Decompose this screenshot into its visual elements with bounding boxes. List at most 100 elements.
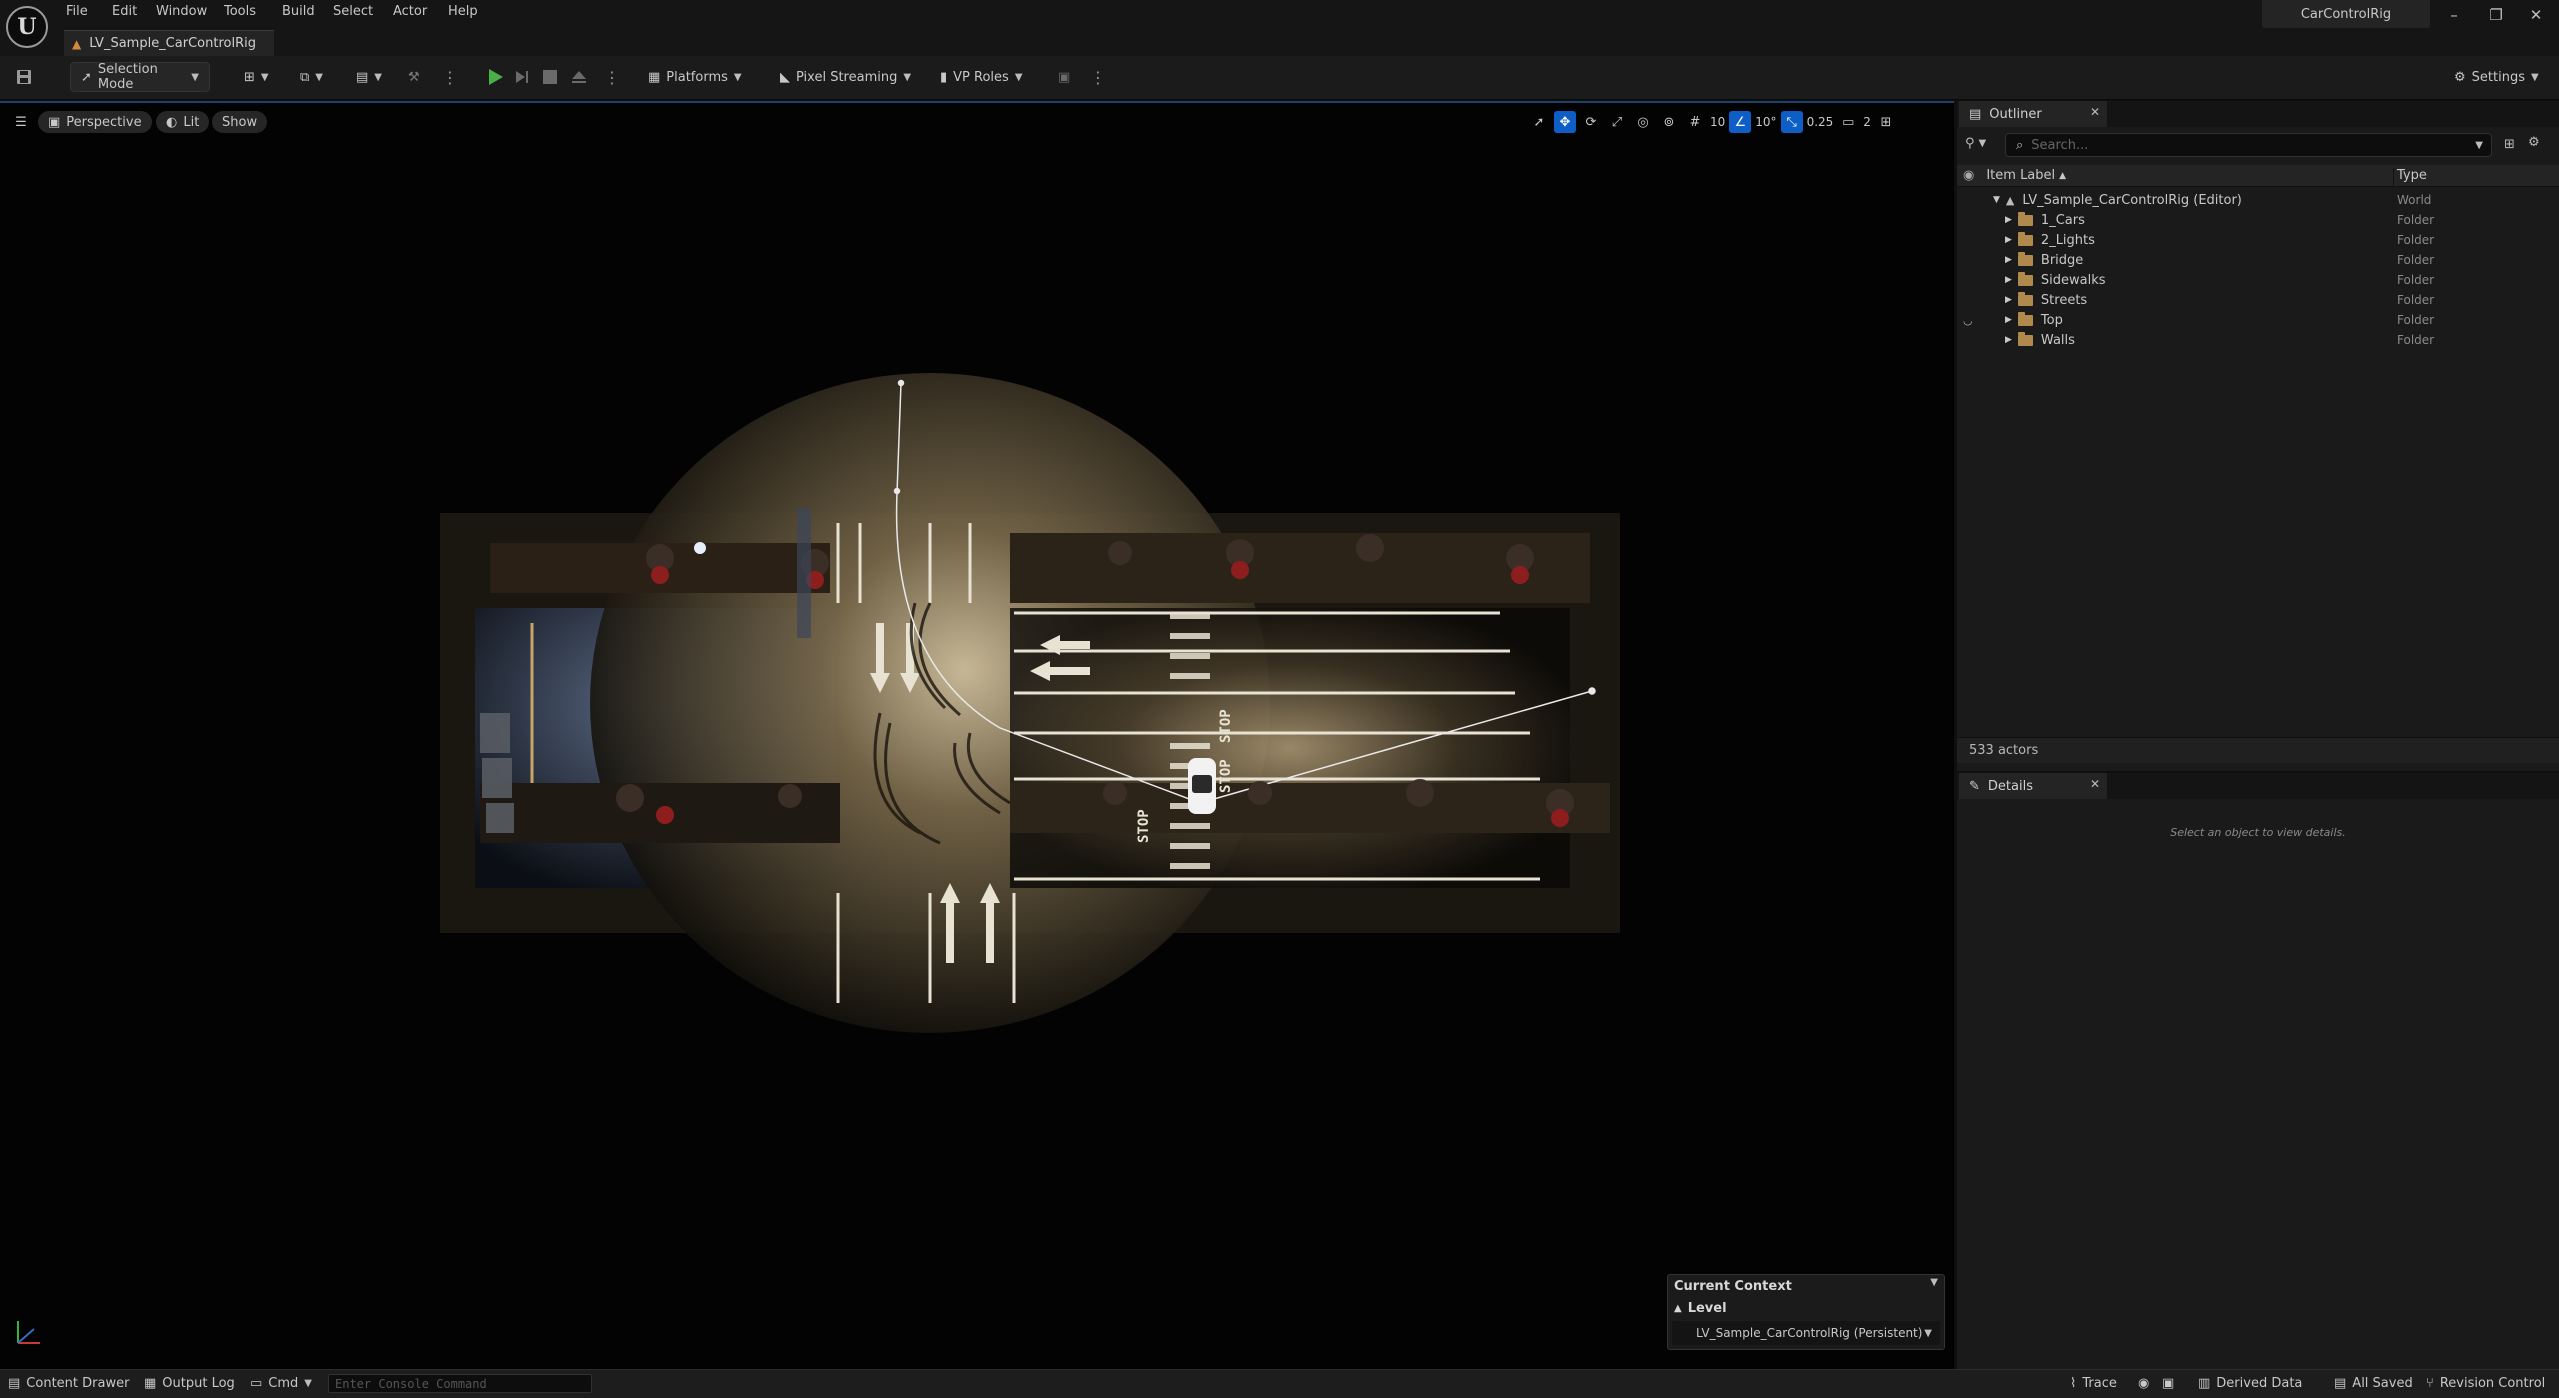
play-button[interactable] bbox=[486, 62, 504, 92]
add-folder-icon[interactable]: ⊞ bbox=[2504, 137, 2515, 152]
world-row[interactable]: ▼ ▲ LV_Sample_CarControlRig (Editor) Wor… bbox=[1957, 190, 2559, 210]
camera-speed-value[interactable]: 2 bbox=[1863, 115, 1871, 129]
revision-control-button[interactable]: ⑂ Revision Control bbox=[2426, 1369, 2545, 1398]
outliner-search-input[interactable]: ⌕ Search... ▼ bbox=[2005, 133, 2492, 157]
expand-right-icon[interactable]: ▶ bbox=[2005, 275, 2012, 285]
folder-row[interactable]: ▶ Sidewalks Folder bbox=[1957, 270, 2559, 290]
play-options-icon[interactable]: ⋮ bbox=[604, 62, 620, 92]
viewport-menu-icon[interactable]: ☰ bbox=[10, 111, 32, 133]
folder-row[interactable]: ▶ 2_Lights Folder bbox=[1957, 230, 2559, 250]
lit-button[interactable]: ◐ Lit bbox=[156, 111, 210, 133]
output-log-button[interactable]: ▦ Output Log bbox=[144, 1369, 235, 1398]
type-column[interactable]: Type bbox=[2397, 168, 2427, 183]
rotation-snap-value[interactable]: 10° bbox=[1755, 115, 1776, 129]
menu-build[interactable]: Build bbox=[282, 0, 315, 22]
folder-row[interactable]: ▶ Streets Folder bbox=[1957, 290, 2559, 310]
menu-tools[interactable]: Tools bbox=[224, 0, 256, 22]
menu-window[interactable]: Window bbox=[156, 0, 207, 22]
surface-snap-icon[interactable]: ⊚ bbox=[1658, 111, 1680, 133]
stop-button[interactable] bbox=[543, 62, 557, 92]
details-tab[interactable]: ✎ Details bbox=[1959, 773, 2107, 799]
level-heading-label: Level bbox=[1687, 1301, 1727, 1316]
menu-actor[interactable]: Actor bbox=[393, 0, 427, 22]
pixel-streaming-dropdown[interactable]: ◣ Pixel Streaming ▼ bbox=[780, 62, 911, 92]
rotation-snap-icon[interactable]: ∠ bbox=[1729, 111, 1752, 133]
project-name: CarControlRig bbox=[2262, 0, 2430, 28]
expand-right-icon[interactable]: ▶ bbox=[2005, 255, 2012, 265]
world-space-icon[interactable]: ◎ bbox=[1632, 111, 1654, 133]
cinematics-button[interactable]: ▤ ▼ bbox=[356, 62, 382, 92]
modeling-button[interactable]: ⚒ bbox=[408, 62, 420, 92]
trace-button[interactable]: ⌇ Trace bbox=[2070, 1369, 2117, 1398]
expand-right-icon[interactable]: ▶ bbox=[2005, 295, 2012, 305]
more-options-icon[interactable]: ⋮ bbox=[442, 62, 458, 92]
menu-edit[interactable]: Edit bbox=[112, 0, 137, 22]
selection-mode-dropdown[interactable]: ➚ Selection Mode ▼ bbox=[70, 62, 210, 92]
record-icon[interactable]: ◉ bbox=[2138, 1369, 2149, 1398]
folder-row[interactable]: ◡ ▶ Top Folder bbox=[1957, 310, 2559, 330]
grid-snap-value[interactable]: 10 bbox=[1710, 115, 1725, 129]
select-tool-icon[interactable]: ➚ bbox=[1528, 111, 1550, 133]
screenshot-icon[interactable]: ▣ bbox=[2162, 1369, 2174, 1398]
expand-right-icon[interactable]: ▶ bbox=[2005, 335, 2012, 345]
derived-data-button[interactable]: ▥ Derived Data bbox=[2198, 1369, 2302, 1398]
level-selector[interactable]: LV_Sample_CarControlRig (Persistent) ▼ bbox=[1672, 1321, 1940, 1345]
expand-down-icon[interactable]: ▼ bbox=[1993, 195, 2000, 205]
folder-row[interactable]: ▶ Walls Folder bbox=[1957, 330, 2559, 350]
unreal-logo-icon[interactable]: U bbox=[6, 6, 48, 48]
level-viewport[interactable]: STOP STOP STOP ☰ ▣ Perspective ◐ Lit Sho… bbox=[0, 101, 1954, 1369]
extra-options-icon[interactable]: ⋮ bbox=[1090, 62, 1106, 92]
show-button[interactable]: Show bbox=[212, 111, 268, 133]
cmd-dropdown[interactable]: ▭ Cmd ▼ bbox=[250, 1369, 312, 1398]
grid-snap-icon[interactable]: # bbox=[1684, 111, 1706, 133]
translate-tool-icon[interactable]: ✥ bbox=[1554, 111, 1576, 133]
minimize-button[interactable]: – bbox=[2434, 0, 2474, 30]
expand-right-icon[interactable]: ▶ bbox=[2005, 215, 2012, 225]
scale-tool-icon[interactable]: ⤢ bbox=[1606, 111, 1628, 133]
level-tab[interactable]: ▲ LV_Sample_CarControlRig bbox=[64, 30, 274, 56]
device-icon[interactable]: ▣ bbox=[1058, 62, 1070, 92]
restore-button[interactable]: ❐ bbox=[2476, 0, 2516, 30]
platforms-dropdown[interactable]: ▦ Platforms ▼ bbox=[648, 62, 742, 92]
hidden-eye-icon[interactable]: ◡ bbox=[1963, 314, 1993, 327]
all-saved-button[interactable]: ▤ All Saved bbox=[2334, 1369, 2413, 1398]
visibility-icon[interactable]: ◉ bbox=[1963, 168, 1974, 183]
menu-select[interactable]: Select bbox=[333, 0, 373, 22]
rotate-tool-icon[interactable]: ⟳ bbox=[1580, 111, 1602, 133]
close-icon[interactable]: ✕ bbox=[2090, 777, 2100, 791]
blueprints-button[interactable]: ⧉ ▼ bbox=[300, 62, 323, 92]
outliner-tab[interactable]: ▤ Outliner bbox=[1959, 101, 2107, 127]
filter-button[interactable]: ⚲ ▼ bbox=[1965, 136, 1986, 151]
add-actor-button[interactable]: ⊞ ▼ bbox=[244, 62, 269, 92]
close-button[interactable]: ✕ bbox=[2516, 0, 2556, 30]
menu-file[interactable]: File bbox=[66, 0, 88, 22]
eject-button[interactable] bbox=[571, 62, 587, 92]
vp-roles-dropdown[interactable]: ▮ VP Roles ▼ bbox=[940, 62, 1023, 92]
expand-right-icon[interactable]: ▶ bbox=[2005, 315, 2012, 325]
scale-snap-icon[interactable]: ⤡ bbox=[1780, 111, 1803, 133]
item-label-column[interactable]: Item Label bbox=[1986, 168, 2055, 183]
console-command-input[interactable]: Enter Console Command bbox=[328, 1374, 592, 1393]
perspective-button[interactable]: ▣ Perspective bbox=[38, 111, 152, 133]
folder-icon bbox=[2017, 291, 2033, 306]
camera-speed-icon[interactable]: ▭ bbox=[1837, 111, 1859, 133]
add-cube-icon: ⊞ bbox=[244, 69, 255, 85]
folder-row[interactable]: ▶ 1_Cars Folder bbox=[1957, 210, 2559, 230]
world-type: World bbox=[2397, 193, 2432, 207]
content-drawer-button[interactable]: ▤ Content Drawer bbox=[8, 1369, 129, 1398]
advance-frame-button[interactable] bbox=[514, 62, 530, 92]
chevron-down-icon[interactable]: ▼ bbox=[1930, 1277, 1938, 1288]
viewport-layout-icon[interactable]: ⊞ bbox=[1875, 111, 1897, 133]
scale-snap-value[interactable]: 0.25 bbox=[1807, 115, 1834, 129]
expand-right-icon[interactable]: ▶ bbox=[2005, 235, 2012, 245]
settings-button[interactable]: ⚙ Settings ▼ bbox=[2454, 62, 2539, 92]
menu-help[interactable]: Help bbox=[448, 0, 478, 22]
sort-up-icon: ▲ bbox=[2059, 170, 2067, 181]
blueprint-icon: ⧉ bbox=[300, 69, 310, 85]
close-icon[interactable]: ✕ bbox=[2090, 105, 2100, 119]
gear-icon[interactable]: ⚙ bbox=[2528, 135, 2540, 150]
save-icon[interactable] bbox=[16, 62, 32, 92]
database-icon: ▥ bbox=[2198, 1376, 2211, 1391]
platforms-icon: ▦ bbox=[648, 69, 661, 85]
folder-row[interactable]: ▶ Bridge Folder bbox=[1957, 250, 2559, 270]
